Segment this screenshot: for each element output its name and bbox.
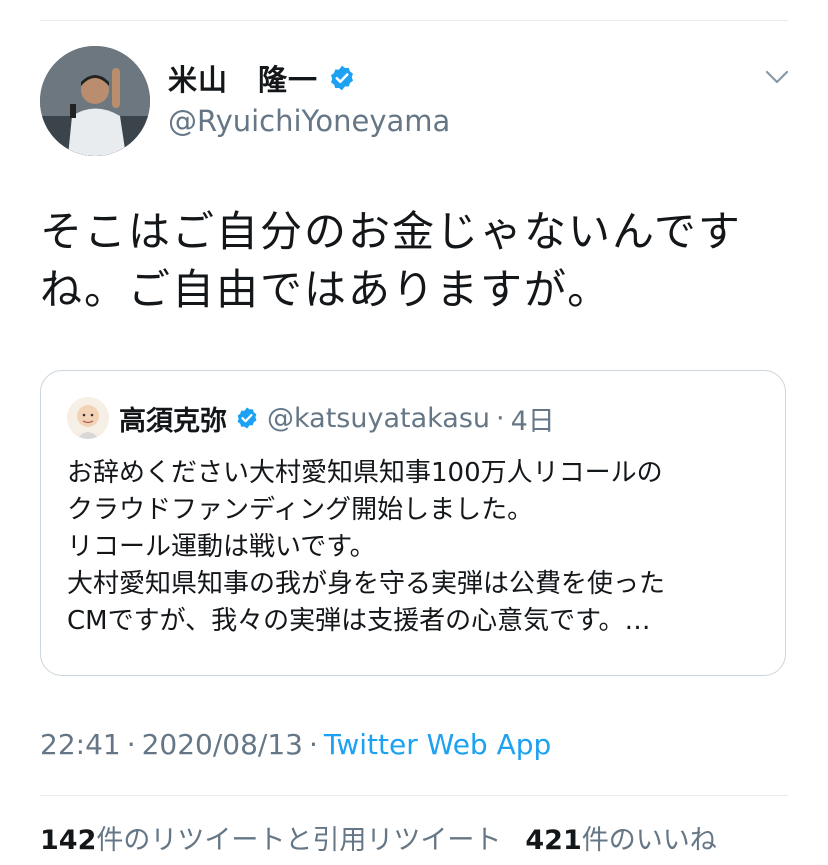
retweets-label: 件のリツイートと引用リツイート <box>96 825 502 856</box>
likes-stat[interactable]: 421件のいいね <box>525 818 716 857</box>
chevron-down-icon[interactable] <box>764 68 790 86</box>
quoted-author-handle: @katsuyatakasu <box>267 402 491 434</box>
tweet-source-link[interactable]: Twitter Web App <box>324 728 551 761</box>
tweet-text: そこはご自分のお金じゃないんです ね。ご自由ではありますが。 <box>40 207 742 314</box>
quoted-author-avatar <box>67 397 109 439</box>
top-divider <box>40 20 788 21</box>
author-handle[interactable]: @RyuichiYoneyama <box>168 104 450 138</box>
tweet-meta: 22:41 · 2020/08/13 · Twitter Web App <box>40 728 551 761</box>
retweets-stat[interactable]: 142件のリツイートと引用リツイート <box>40 818 501 857</box>
quoted-tweet-card[interactable]: 高須克弥 @katsuyatakasu · 4日 お辞めください大村愛知県知事1… <box>40 370 786 676</box>
separator-dot: · <box>309 728 318 761</box>
likes-label: 件のいいね <box>581 825 717 856</box>
separator-dot: · <box>496 402 505 434</box>
divider <box>40 795 788 796</box>
tweet-time[interactable]: 22:41 <box>40 728 121 761</box>
separator-dot: · <box>126 728 136 761</box>
quoted-tweet-header: 高須克弥 @katsuyatakasu · 4日 <box>119 397 555 439</box>
likes-count: 421 <box>525 825 582 856</box>
verified-badge-icon <box>237 407 257 429</box>
verified-badge-icon <box>331 65 353 91</box>
retweets-count: 142 <box>40 825 97 856</box>
tweet-stats: 142件のリツイートと引用リツイート 421件のいいね <box>40 818 741 857</box>
author-avatar[interactable] <box>40 46 150 156</box>
quoted-author-name: 高須克弥 <box>119 405 227 437</box>
quoted-tweet-text: お辞めください大村愛知県知事100万人リコールの クラウドファンディング開始しま… <box>67 458 666 636</box>
quoted-tweet-date: 4日 <box>510 405 555 437</box>
author-name-row: 米山 隆一 <box>168 58 356 98</box>
tweet-date[interactable]: 2020/08/13 <box>142 728 303 761</box>
author-display-name[interactable]: 米山 隆一 <box>168 57 318 99</box>
